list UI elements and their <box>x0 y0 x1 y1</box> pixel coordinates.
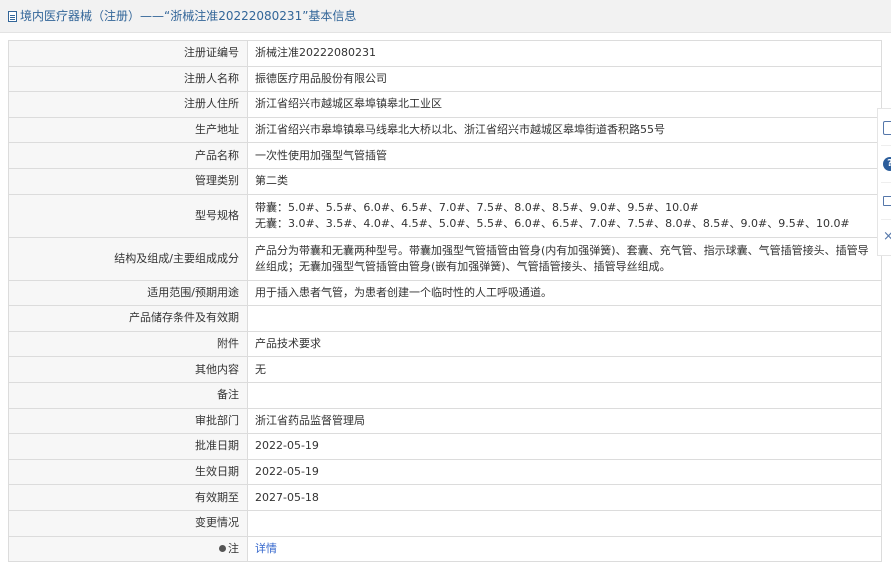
bulb-icon <box>219 544 226 552</box>
edit-icon[interactable] <box>883 121 891 135</box>
row-label: 批准日期 <box>8 433 248 460</box>
row-label: 备注 <box>8 381 248 409</box>
row-label: 生效日期 <box>8 458 248 486</box>
row-value: 一次性使用加强型气管插管 <box>247 142 882 169</box>
toolbar-divider <box>881 182 891 183</box>
details-link[interactable]: 详情 <box>255 542 277 555</box>
table-row: 有效期至 2027-05-18 <box>8 484 882 511</box>
row-value: 带囊：5.0#、5.5#、6.0#、6.5#、7.0#、7.5#、8.0#、8.… <box>247 193 882 238</box>
help-icon[interactable]: ? <box>883 157 891 171</box>
table-row: 型号规格 带囊：5.0#、5.5#、6.0#、6.5#、7.0#、7.5#、8.… <box>8 193 882 238</box>
document-icon <box>8 11 17 22</box>
table-row: 批准日期 2022-05-19 <box>8 433 882 460</box>
print-icon[interactable] <box>883 196 891 206</box>
row-value <box>247 381 882 409</box>
table-row: 生效日期 2022-05-19 <box>8 458 882 486</box>
row-value <box>247 305 882 332</box>
row-value: 详情 <box>247 535 882 563</box>
row-label: 生产地址 <box>8 116 248 144</box>
table-row: 备注 <box>8 381 882 409</box>
table-row: 注册证编号 浙械注准20222080231 <box>8 40 882 67</box>
spec-line: 无囊：3.0#、3.5#、4.0#、4.5#、5.0#、5.5#、6.0#、6.… <box>255 216 850 230</box>
row-value: 浙江省绍兴市皋埠镇皋马线皋北大桥以北、浙江省绍兴市越城区皋埠街道香积路55号 <box>247 116 882 144</box>
row-label: 有效期至 <box>8 484 248 511</box>
table-row: 注册人名称 振德医疗用品股份有限公司 <box>8 65 882 93</box>
table-row: 注册人住所 浙江省绍兴市越城区皋埠镇皋北工业区 <box>8 91 882 118</box>
row-value: 产品分为带囊和无囊两种型号。带囊加强型气管插管由管身(内有加强弹簧)、套囊、充气… <box>247 236 882 281</box>
row-value: 2022-05-19 <box>247 433 882 460</box>
toolbar-divider <box>881 219 891 220</box>
table-row: 附件 产品技术要求 <box>8 330 882 358</box>
row-label: 注册人住所 <box>8 91 248 118</box>
table-row: 管理类别 第二类 <box>8 167 882 195</box>
table-row: 变更情况 <box>8 509 882 537</box>
row-value: 浙江省药品监督管理局 <box>247 407 882 435</box>
row-label: 注 <box>8 535 248 563</box>
info-table: 注册证编号 浙械注准20222080231 注册人名称 振德医疗用品股份有限公司… <box>8 40 882 563</box>
row-label: 附件 <box>8 330 248 358</box>
row-value: 产品技术要求 <box>247 330 882 358</box>
row-label: 审批部门 <box>8 407 248 435</box>
row-value: 振德医疗用品股份有限公司 <box>247 65 882 93</box>
row-label: 注册证编号 <box>8 40 248 67</box>
spec-line: 带囊：5.0#、5.5#、6.0#、6.5#、7.0#、7.5#、8.0#、8.… <box>255 200 699 214</box>
toolbar-divider <box>881 145 891 146</box>
row-value: 无 <box>247 356 882 383</box>
row-label: 产品名称 <box>8 142 248 169</box>
close-icon[interactable]: × <box>883 230 891 244</box>
row-value: 2022-05-19 <box>247 458 882 486</box>
table-row: 其他内容 无 <box>8 356 882 383</box>
row-value: 第二类 <box>247 167 882 195</box>
page-header: 境内医疗器械（注册）——“浙械注准20222080231”基本信息 <box>0 0 891 33</box>
row-label: 其他内容 <box>8 356 248 383</box>
row-value: 浙江省绍兴市越城区皋埠镇皋北工业区 <box>247 91 882 118</box>
row-value: 2027-05-18 <box>247 484 882 511</box>
table-row: 生产地址 浙江省绍兴市皋埠镇皋马线皋北大桥以北、浙江省绍兴市越城区皋埠街道香积路… <box>8 116 882 144</box>
table-row: 产品储存条件及有效期 <box>8 305 882 332</box>
note-label: 注 <box>228 541 239 555</box>
row-label: 结构及组成/主要组成成分 <box>8 236 248 281</box>
table-row: 注 详情 <box>8 535 882 563</box>
row-value: 浙械注准20222080231 <box>247 40 882 67</box>
table-row: 审批部门 浙江省药品监督管理局 <box>8 407 882 435</box>
row-label: 管理类别 <box>8 167 248 195</box>
row-label: 变更情况 <box>8 509 248 537</box>
row-label: 注册人名称 <box>8 65 248 93</box>
row-label: 产品储存条件及有效期 <box>8 305 248 332</box>
page-title: 境内医疗器械（注册）——“浙械注准20222080231”基本信息 <box>20 9 357 23</box>
table-row: 适用范围/预期用途 用于插入患者气管，为患者创建一个临时性的人工呼吸通道。 <box>8 279 882 307</box>
row-value: 用于插入患者气管，为患者创建一个临时性的人工呼吸通道。 <box>247 279 882 307</box>
table-row: 产品名称 一次性使用加强型气管插管 <box>8 142 882 169</box>
side-toolbar: ? × <box>877 108 891 256</box>
table-row: 结构及组成/主要组成成分 产品分为带囊和无囊两种型号。带囊加强型气管插管由管身(… <box>8 236 882 281</box>
row-label: 适用范围/预期用途 <box>8 279 248 307</box>
row-value <box>247 509 882 537</box>
row-label: 型号规格 <box>8 193 248 238</box>
